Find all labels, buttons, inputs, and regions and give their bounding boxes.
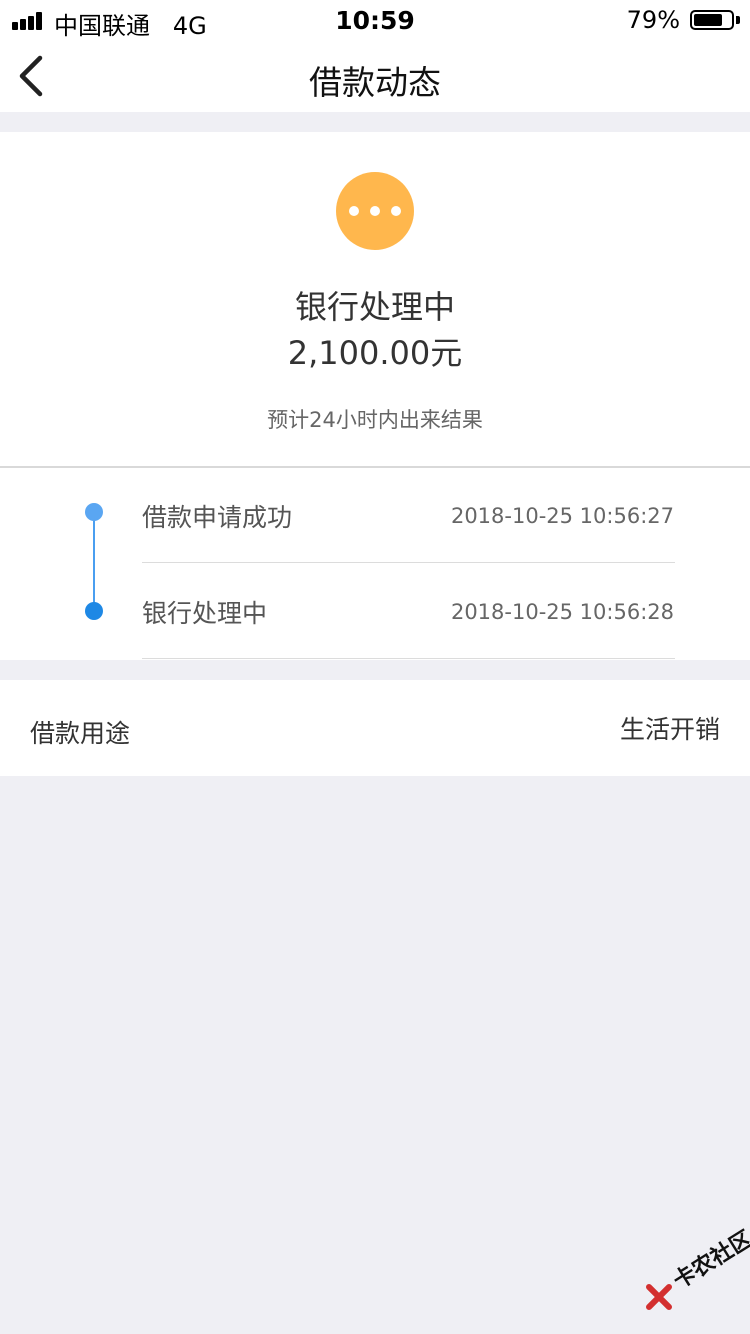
timeline-step-time: 2018-10-25 10:56:28 [450,600,674,624]
timeline-step-label: 银行处理中 [142,599,268,628]
loan-purpose-row: 借款用途 生活开销 [0,680,750,776]
timeline-separator [142,658,675,659]
timeline-dot [85,503,103,521]
watermark-text: 卡农社区 [669,1226,750,1295]
timeline-connector [93,512,95,611]
loan-amount: 2,100.00元 [287,334,463,372]
battery-cap [736,16,740,24]
status-title: 银行处理中 [294,288,455,326]
page-title: 借款动态 [309,63,441,102]
loan-purpose-label: 借款用途 [30,719,131,748]
red-x-logo-icon [646,1284,672,1310]
timeline-step-time: 2018-10-25 10:56:27 [450,504,674,528]
back-button[interactable] [12,54,52,98]
battery-icon [690,10,734,30]
timeline-separator [142,562,675,563]
status-bar: 中国联通 4G 10:59 79% [0,0,750,40]
nav-bar: 借款动态 [0,40,750,112]
chevron-left-icon [19,55,43,97]
timeline-step-label: 借款申请成功 [142,503,293,532]
loan-purpose-value: 生活开销 [619,715,720,744]
watermark-logo: 卡农社区 [640,1226,750,1320]
progress-timeline: 借款申请成功 2018-10-25 10:56:27 银行处理中 2018-10… [0,468,750,660]
more-dots-icon [336,172,414,250]
loan-status-card: 银行处理中 2,100.00元 预计24小时内出来结果 [0,132,750,466]
battery-percent: 79% [626,6,680,34]
battery-fill [694,14,722,26]
timeline-dot-active [85,602,103,620]
status-note: 预计24小时内出来结果 [267,408,483,432]
